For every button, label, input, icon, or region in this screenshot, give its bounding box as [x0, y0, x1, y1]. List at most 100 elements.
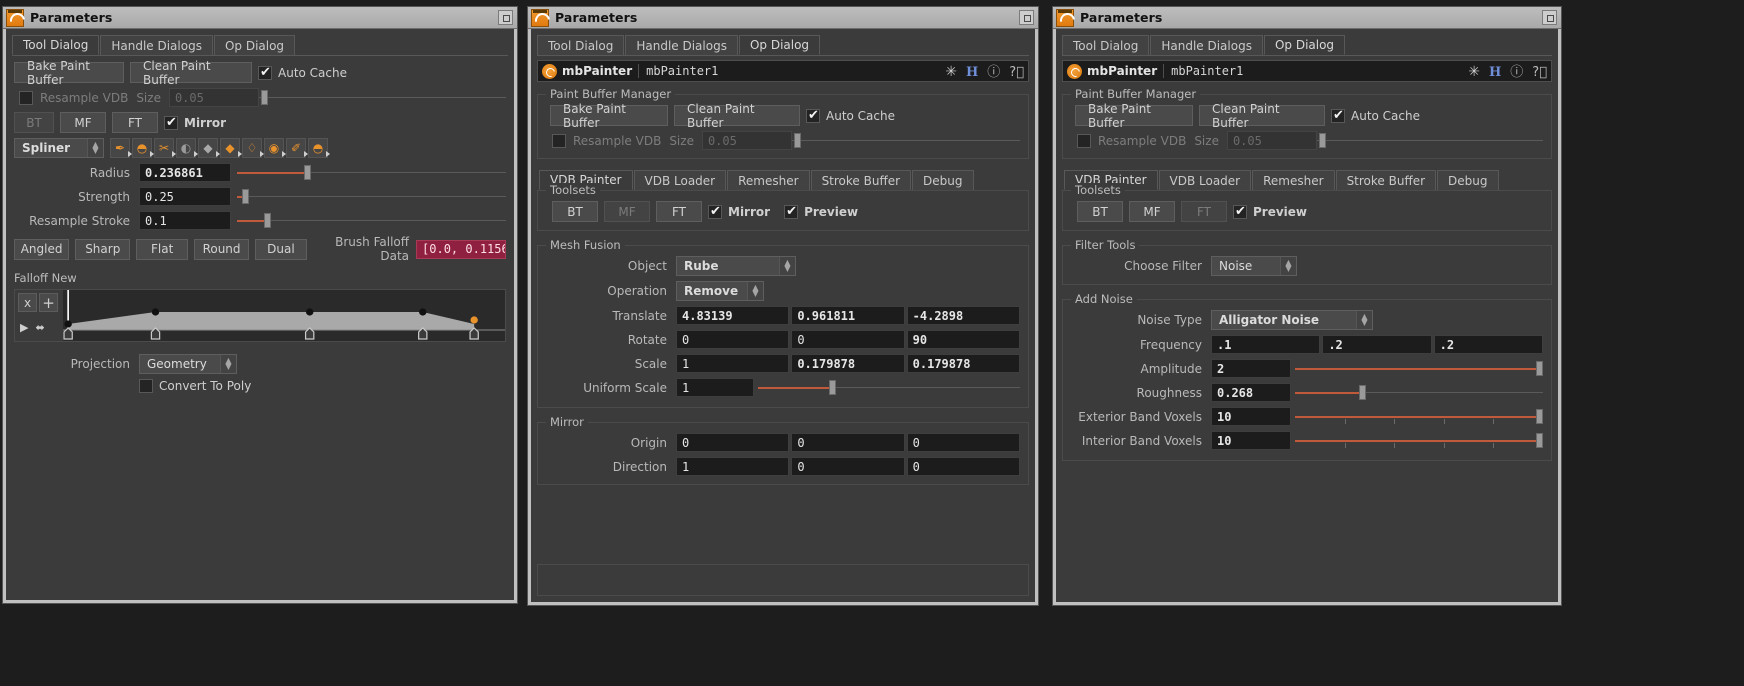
- falloff-curve-canvas[interactable]: [63, 290, 505, 341]
- falloff-expand-icon[interactable]: ⬌: [35, 321, 44, 334]
- info-icon[interactable]: ⓘ: [1510, 66, 1523, 79]
- roughness-field[interactable]: 0.268: [1211, 383, 1291, 402]
- resample-stroke-field[interactable]: 0.1: [139, 211, 231, 230]
- convert-to-poly-checkbox[interactable]: Convert To Poly: [139, 379, 251, 393]
- origin-x-field[interactable]: 0: [676, 433, 790, 452]
- preview-checkbox[interactable]: Preview: [784, 204, 858, 220]
- mirror-checkbox[interactable]: Mirror: [708, 204, 770, 220]
- resample-stroke-slider[interactable]: [237, 211, 506, 230]
- subtab-vdb-loader[interactable]: VDB Loader: [1158, 170, 1252, 190]
- bake-paint-buffer-button[interactable]: Bake Paint Buffer: [1075, 102, 1193, 130]
- titlebar-left[interactable]: Parameters: [3, 7, 517, 29]
- direction-z-field[interactable]: 0: [906, 457, 1020, 476]
- rotate-y-field[interactable]: 0: [791, 330, 905, 349]
- auto-cache-checkbox[interactable]: Auto Cache: [1331, 108, 1420, 124]
- smear-tool-icon[interactable]: ◓: [308, 138, 330, 158]
- preview-checkbox[interactable]: Preview: [1233, 204, 1307, 220]
- bt-button[interactable]: BT: [1077, 201, 1123, 222]
- flat-button[interactable]: Flat: [136, 238, 188, 260]
- texture-tool-icon[interactable]: ◐: [176, 138, 198, 158]
- resample-vdb-checkbox[interactable]: [552, 133, 566, 148]
- exterior-band-voxels-slider[interactable]: [1295, 407, 1543, 426]
- brush-falloff-data-field[interactable]: [0.0, 0.1156925: [416, 239, 506, 259]
- resample-size-slider[interactable]: [1316, 131, 1543, 150]
- bt-button[interactable]: BT: [552, 201, 598, 222]
- projection-combo[interactable]: Geometry ▲ ▼: [139, 354, 237, 374]
- clean-paint-buffer-button[interactable]: Clean Paint Buffer: [130, 59, 252, 87]
- resample-size-slider[interactable]: [791, 131, 1020, 150]
- tab-op-dialog[interactable]: Op Dialog: [738, 35, 821, 55]
- resample-size-field[interactable]: 0.05: [701, 131, 792, 150]
- strength-slider[interactable]: [237, 187, 506, 206]
- scale-y-field[interactable]: 0.179878: [791, 354, 905, 373]
- subtab-debug[interactable]: Debug: [1437, 170, 1499, 190]
- tab-handle-dialogs[interactable]: Handle Dialogs: [100, 35, 213, 55]
- houdini-logo-icon[interactable]: H: [966, 66, 978, 79]
- subtab-vdb-loader[interactable]: VDB Loader: [633, 170, 727, 190]
- drop-tool-icon[interactable]: ♢: [242, 138, 264, 158]
- fill-tool-icon[interactable]: ◆: [220, 138, 242, 158]
- auto-cache-checkbox[interactable]: Auto Cache: [258, 65, 347, 81]
- falloff-delete-icon[interactable]: x: [18, 293, 37, 312]
- uniform-scale-field[interactable]: 1: [676, 378, 754, 397]
- maximize-button[interactable]: [1542, 10, 1557, 25]
- cut-tool-icon[interactable]: ✂: [154, 138, 176, 158]
- gear-icon[interactable]: ✳: [945, 65, 957, 79]
- clean-paint-buffer-button[interactable]: Clean Paint Buffer: [1199, 102, 1325, 130]
- mf-button[interactable]: MF: [60, 112, 106, 133]
- rotate-x-field[interactable]: 0: [676, 330, 790, 349]
- tab-tool-dialog[interactable]: Tool Dialog: [537, 35, 625, 55]
- direction-x-field[interactable]: 1: [676, 457, 790, 476]
- maximize-button[interactable]: [498, 10, 513, 25]
- roughness-slider[interactable]: [1295, 383, 1543, 402]
- subtab-remesher[interactable]: Remesher: [727, 170, 810, 190]
- ft-button[interactable]: FT: [112, 112, 158, 133]
- choose-filter-combo[interactable]: Noise ▲ ▼: [1211, 256, 1297, 276]
- dual-button[interactable]: Dual: [255, 238, 307, 260]
- uniform-scale-slider[interactable]: [758, 378, 1020, 397]
- tab-tool-dialog[interactable]: Tool Dialog: [12, 35, 100, 55]
- translate-z-field[interactable]: -4.2898: [906, 306, 1020, 325]
- titlebar-middle[interactable]: Parameters: [528, 7, 1038, 29]
- gear-icon[interactable]: ✳: [1468, 65, 1480, 79]
- tab-handle-dialogs[interactable]: Handle Dialogs: [625, 35, 738, 55]
- amplitude-field[interactable]: 2: [1211, 359, 1291, 378]
- pen-tool-icon[interactable]: ✐: [286, 138, 308, 158]
- brush-type-combo[interactable]: Spliner ▲ ▼: [14, 138, 104, 158]
- strength-field[interactable]: 0.25: [139, 187, 231, 206]
- sharp-button[interactable]: Sharp: [75, 238, 131, 260]
- resample-size-field[interactable]: 0.05: [1226, 131, 1317, 150]
- op-name-field[interactable]: mbPainter1: [639, 64, 718, 78]
- resample-vdb-checkbox[interactable]: [19, 90, 33, 105]
- falloff-control-points[interactable]: [63, 290, 505, 341]
- titlebar-right[interactable]: Parameters: [1053, 7, 1561, 29]
- translate-x-field[interactable]: 4.83139: [676, 306, 790, 325]
- mf-button[interactable]: MF: [604, 201, 650, 222]
- direction-y-field[interactable]: 0: [791, 457, 905, 476]
- interior-band-voxels-slider[interactable]: [1295, 431, 1543, 450]
- round-button[interactable]: Round: [193, 238, 250, 260]
- scale-z-field[interactable]: 0.179878: [906, 354, 1020, 373]
- noise-tool-icon[interactable]: ◉: [264, 138, 286, 158]
- object-combo[interactable]: Rube ▲ ▼: [676, 256, 796, 276]
- angled-button[interactable]: Angled: [14, 238, 70, 260]
- interior-band-voxels-field[interactable]: 10: [1211, 431, 1291, 450]
- resample-size-field[interactable]: 0.05: [168, 88, 259, 107]
- ft-button[interactable]: FT: [1181, 201, 1227, 222]
- tab-op-dialog[interactable]: Op Dialog: [1263, 35, 1346, 55]
- info-icon[interactable]: ⓘ: [987, 66, 1000, 79]
- help-icon[interactable]: ?⃝: [1009, 66, 1024, 79]
- translate-y-field[interactable]: 0.961811: [791, 306, 905, 325]
- auto-cache-checkbox[interactable]: Auto Cache: [806, 108, 895, 124]
- origin-y-field[interactable]: 0: [791, 433, 905, 452]
- tab-handle-dialogs[interactable]: Handle Dialogs: [1150, 35, 1263, 55]
- resample-size-slider[interactable]: [258, 88, 506, 107]
- bake-paint-buffer-button[interactable]: Bake Paint Buffer: [550, 102, 668, 130]
- radius-slider[interactable]: [237, 163, 506, 182]
- subtab-debug[interactable]: Debug: [912, 170, 974, 190]
- ft-button[interactable]: FT: [656, 201, 702, 222]
- scale-x-field[interactable]: 1: [676, 354, 790, 373]
- erase-tool-icon[interactable]: ◆: [198, 138, 220, 158]
- frequency-z-field[interactable]: .2: [1433, 335, 1543, 354]
- frequency-x-field[interactable]: .1: [1211, 335, 1321, 354]
